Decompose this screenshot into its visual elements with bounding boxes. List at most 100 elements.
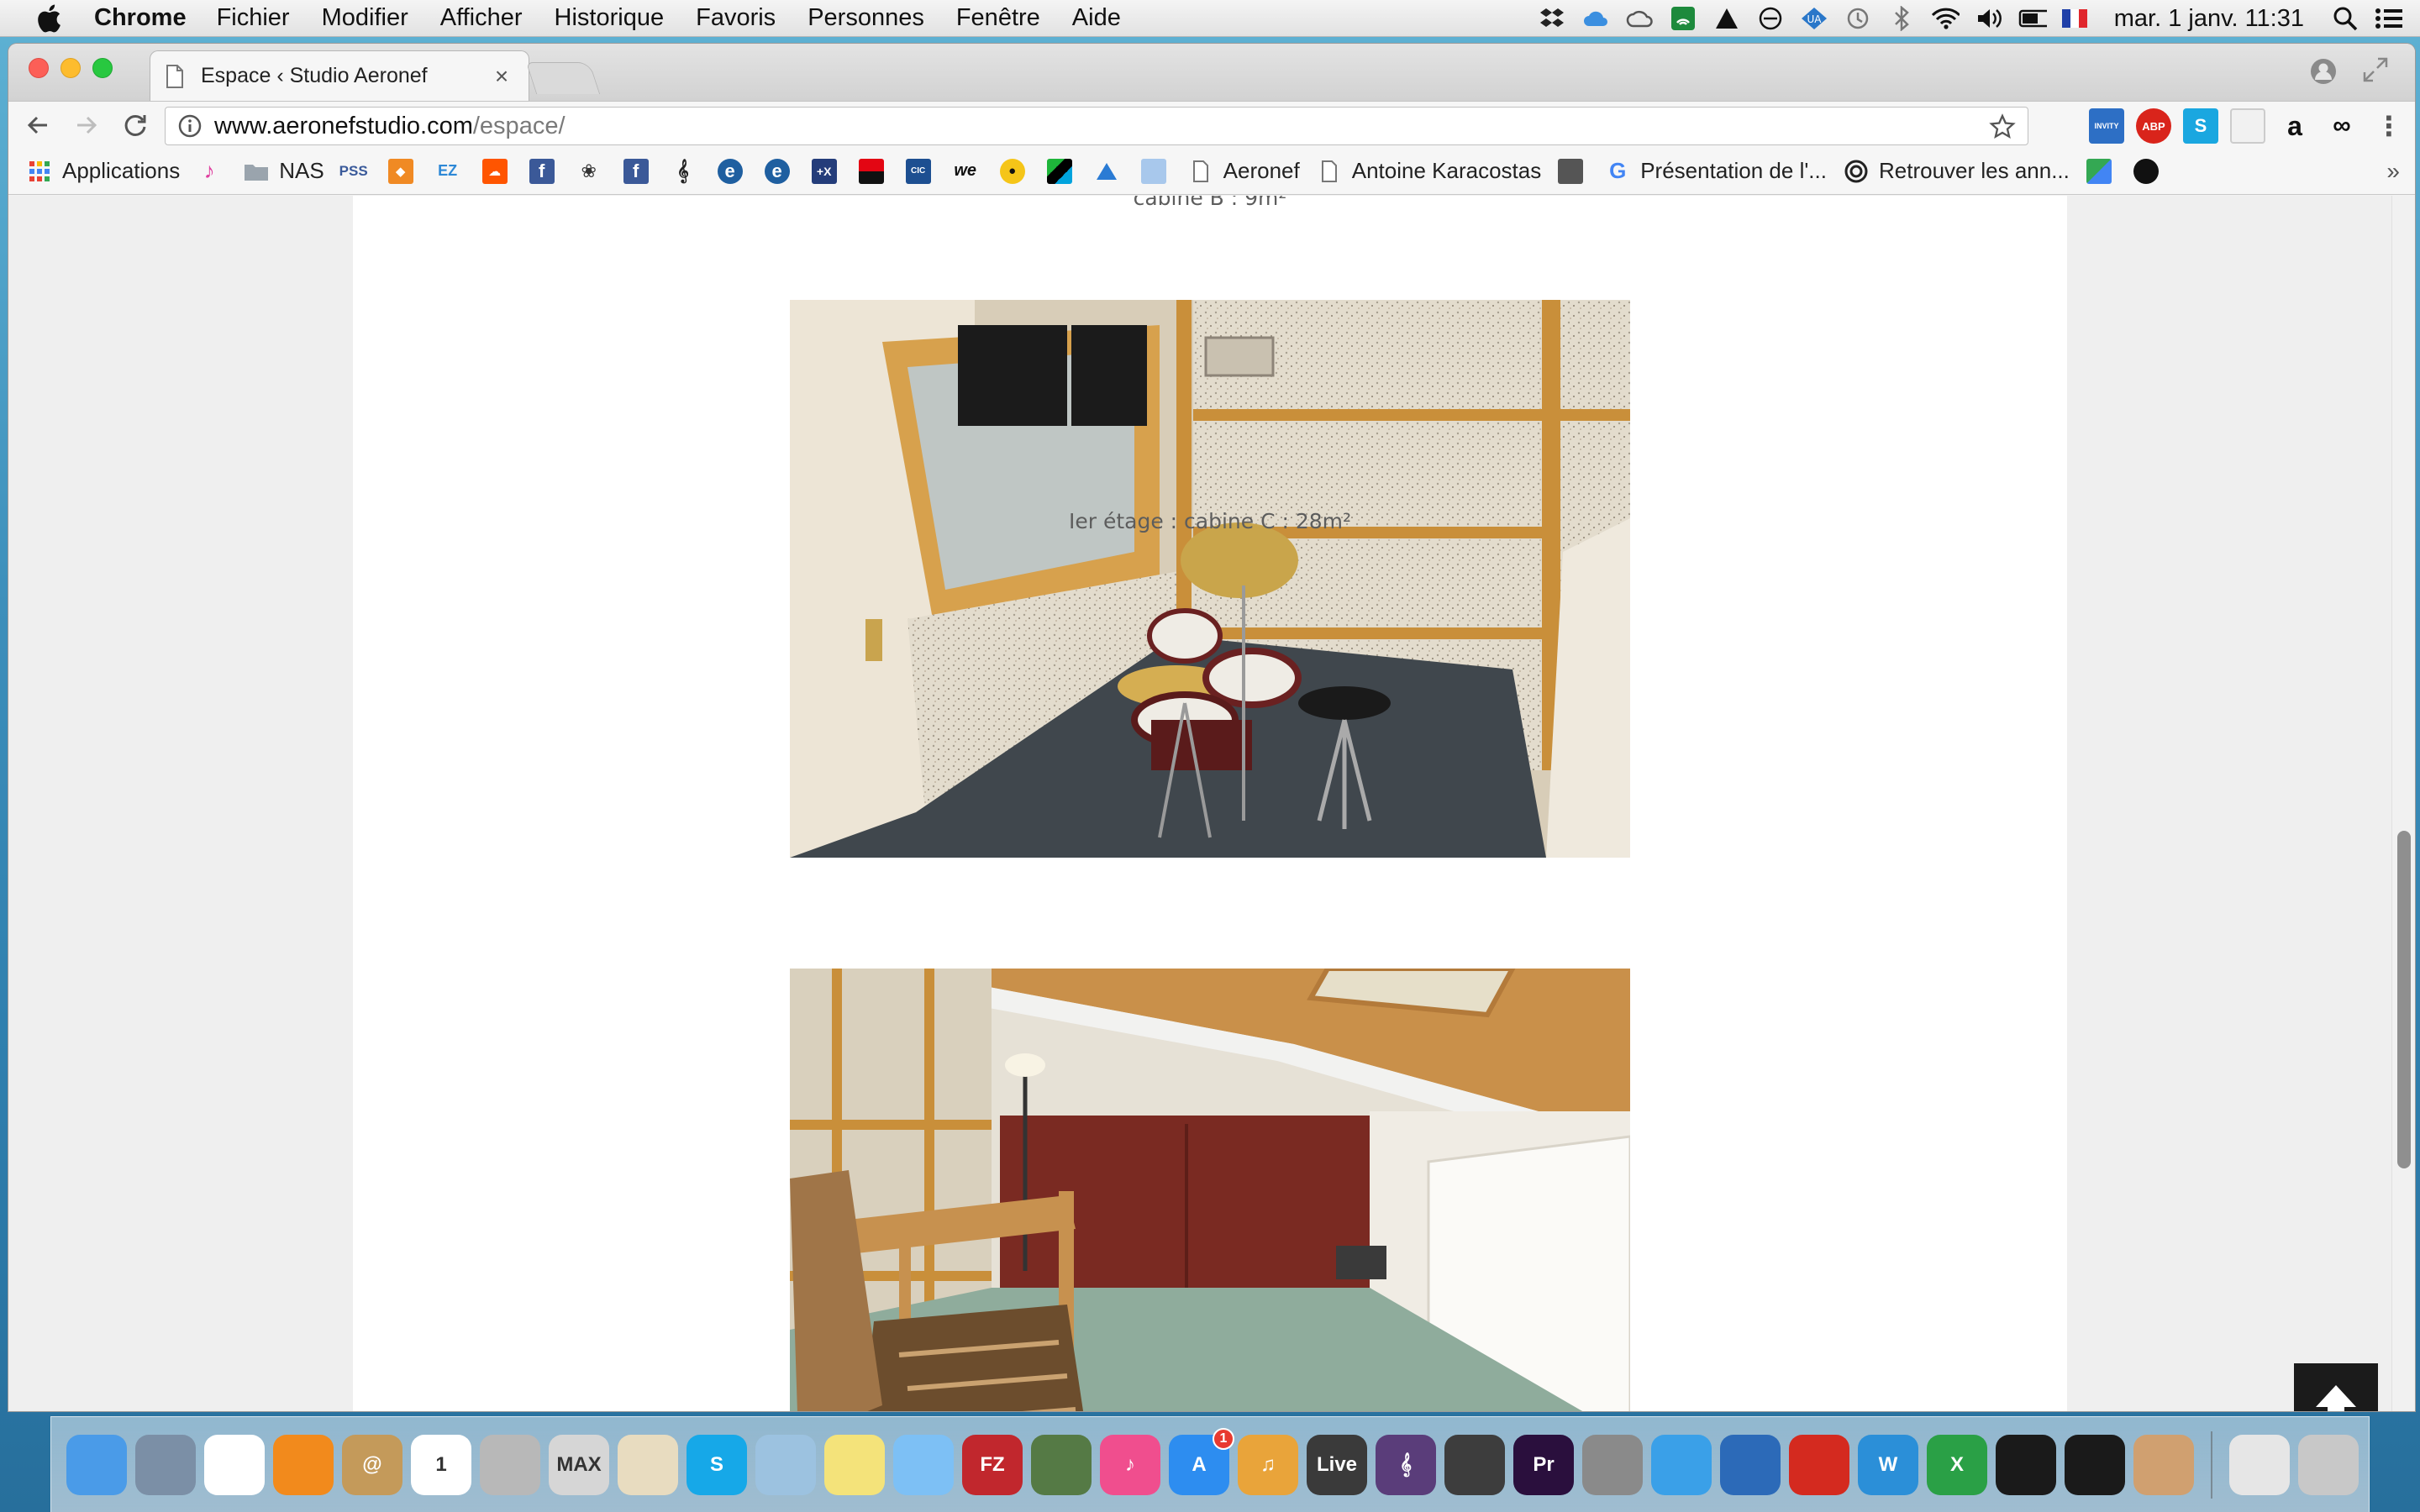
reload-button[interactable] (116, 106, 155, 144)
time-machine-icon[interactable] (1844, 4, 1872, 33)
new-tab-button[interactable] (525, 62, 601, 94)
bookmark-sg[interactable] (858, 158, 884, 184)
battery-icon[interactable] (2018, 4, 2047, 33)
chrome-menu-icon[interactable]: ⋮ (2371, 108, 2407, 144)
menu-aide[interactable]: Aide (1072, 4, 1121, 32)
bookmark-e-2[interactable]: e (764, 158, 790, 184)
dock-calculator-icon[interactable] (480, 1434, 540, 1495)
fullscreen-icon[interactable] (2361, 55, 2390, 84)
dock-dvd-player-icon[interactable]: MAX (549, 1434, 609, 1495)
menu-afficher[interactable]: Afficher (440, 4, 523, 32)
bookmark-nas[interactable]: NAS (244, 158, 324, 184)
bluetooth-icon[interactable] (1887, 4, 1916, 33)
dock-image-capture-icon[interactable] (755, 1434, 816, 1495)
bookmark-flag[interactable] (1046, 158, 1072, 184)
dock-finder-icon[interactable] (66, 1434, 127, 1495)
scrollbar-thumb[interactable] (2397, 831, 2411, 1168)
dock-filezilla-icon[interactable]: FZ (962, 1434, 1023, 1495)
wifi-icon[interactable] (1931, 4, 1960, 33)
bookmark-coin[interactable]: ● (999, 158, 1025, 184)
menu-favoris[interactable]: Favoris (696, 4, 776, 32)
skype-extension-icon[interactable]: S (2183, 108, 2218, 144)
bookmark-presentation[interactable]: G Présentation de l'... (1605, 158, 1827, 184)
dock-excel-icon[interactable]: X (1927, 1434, 1987, 1495)
dock-contacts-icon[interactable]: @ (342, 1434, 402, 1495)
back-button[interactable] (18, 106, 57, 144)
dock-no-entry-icon[interactable] (1444, 1434, 1505, 1495)
bookmark-maps[interactable] (2086, 158, 2112, 184)
menu-fichier[interactable]: Fichier (217, 4, 290, 32)
bookmark-drive[interactable] (1094, 159, 1119, 184)
address-bar[interactable]: www.aeronefstudio.com/espace/ (165, 107, 2028, 145)
site-info-icon[interactable] (177, 113, 203, 139)
dock-vlc-icon[interactable] (273, 1434, 334, 1495)
tab-close-icon[interactable]: × (490, 63, 513, 90)
bookmark-tool[interactable] (1140, 158, 1166, 184)
adblock-extension-icon[interactable]: ABP (2136, 108, 2171, 144)
menu-modifier[interactable]: Modifier (322, 4, 408, 32)
dock-messages-icon[interactable] (893, 1434, 954, 1495)
google-drive-icon[interactable] (1712, 4, 1741, 33)
bookmark-retrouver[interactable]: Retrouver les ann... (1844, 158, 2070, 184)
sync-circle-icon[interactable] (1756, 4, 1785, 33)
window-zoom-button[interactable] (92, 58, 113, 78)
dock-photo-booth-icon[interactable] (1031, 1434, 1092, 1495)
menu-personnes[interactable]: Personnes (808, 4, 924, 32)
dock-calendar-icon[interactable]: 1 (411, 1434, 471, 1495)
dock-chrome-icon[interactable] (204, 1434, 265, 1495)
dock-uad-control-icon[interactable] (2065, 1434, 2125, 1495)
dock-finale-icon[interactable] (1720, 1434, 1781, 1495)
volume-icon[interactable] (1975, 4, 2003, 33)
french-flag-icon[interactable] (2061, 9, 2087, 28)
dock-skype-icon[interactable]: S (687, 1434, 747, 1495)
dock-system-prefs-icon[interactable] (1582, 1434, 1643, 1495)
forward-button[interactable] (67, 106, 106, 144)
dock-word-icon[interactable]: W (1858, 1434, 1918, 1495)
dropbox-icon[interactable] (1538, 4, 1566, 33)
bookmark-soundcloud[interactable]: ☁ (481, 158, 508, 184)
bookmark-record[interactable] (2133, 158, 2159, 184)
dock-uad-meter-icon[interactable] (1996, 1434, 2056, 1495)
incognito-extension-icon[interactable]: ∞ (2324, 108, 2360, 144)
bookmark-pss[interactable]: PSS (339, 159, 368, 184)
window-minimize-button[interactable] (60, 58, 81, 78)
dock-logic-icon[interactable]: 𝄞 (1376, 1434, 1436, 1495)
dock-mail-bird-icon[interactable] (135, 1434, 196, 1495)
bookmark-antoine[interactable]: Antoine Karacostas (1317, 158, 1541, 184)
amazon-extension-icon[interactable]: a (2277, 108, 2312, 144)
bookmark-ez[interactable]: EZ (435, 159, 460, 184)
bookmarks-overflow-icon[interactable]: » (2386, 158, 2400, 185)
creative-cloud-icon[interactable] (1625, 4, 1654, 33)
invity-extension-icon[interactable]: INVITY (2089, 108, 2124, 144)
bookmark-facebook-2[interactable]: f (623, 158, 649, 184)
bookmark-e-1[interactable]: e (717, 158, 743, 184)
cloud-sync-icon[interactable] (1581, 4, 1610, 33)
bookmark-cic[interactable]: CIC (905, 158, 931, 184)
tab-espace[interactable]: Espace ‹ Studio Aeronef × (150, 50, 529, 101)
bookmark-star-icon[interactable] (1989, 113, 2016, 140)
menu-historique[interactable]: Historique (555, 4, 665, 32)
profile-icon[interactable] (2309, 57, 2338, 86)
dock-acrobat-icon[interactable] (1789, 1434, 1849, 1495)
menu-app-name[interactable]: Chrome (94, 4, 187, 32)
dock-stickies-icon[interactable] (824, 1434, 885, 1495)
window-close-button[interactable] (29, 58, 49, 78)
wifi-hotspot-icon[interactable] (1669, 4, 1697, 33)
bookmark-applications[interactable]: Applications (27, 158, 180, 184)
dock-app-store-icon[interactable]: A1 (1169, 1427, 1234, 1495)
dock-premiere-icon[interactable]: Pr (1513, 1434, 1574, 1495)
ua-icon[interactable]: UA (1800, 4, 1828, 33)
clock[interactable]: mar. 1 janv. 11:31 (2114, 5, 2304, 33)
cast-extension-icon[interactable] (2230, 108, 2265, 144)
spotlight-search-icon[interactable] (2331, 4, 2360, 33)
notification-center-icon[interactable] (2375, 4, 2403, 33)
dock-itunes-icon[interactable]: ♪ (1100, 1434, 1160, 1495)
apple-menu-icon[interactable] (34, 3, 64, 34)
scroll-to-top-button[interactable] (2294, 1363, 2378, 1411)
dock-preview-icon[interactable] (618, 1434, 678, 1495)
dock-live-icon[interactable]: Live (1307, 1434, 1367, 1495)
bookmark-box[interactable]: ◆ (387, 158, 413, 184)
bookmark-plusx[interactable]: +X (811, 158, 837, 184)
bookmark-camera[interactable] (1558, 158, 1584, 184)
bookmark-facebook-1[interactable]: f (529, 158, 555, 184)
